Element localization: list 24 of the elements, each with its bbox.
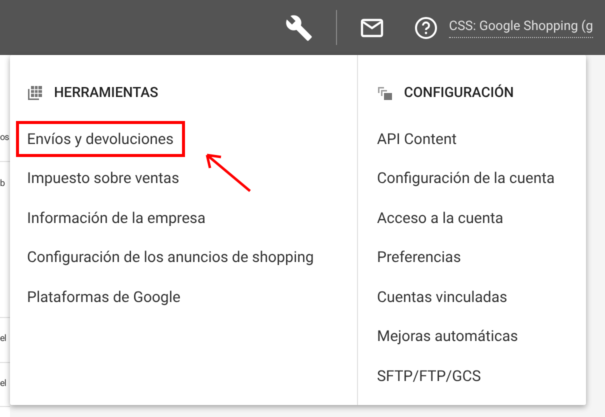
section-heading: CONFIGURACIÓN [404,83,514,102]
section-heading: HERRAMIENTAS [54,84,158,102]
menu-item[interactable]: Envíos y devoluciones [16,120,185,157]
menu-item[interactable]: Información de la empresa [27,206,206,229]
menu-item[interactable]: Acceso a la cuenta [377,206,504,229]
menu-item[interactable]: SFTP/FTP/GCS [377,364,481,387]
menu-item[interactable]: Impuesto sobre ventas [27,167,180,190]
background-text: el [0,333,6,346]
menu-item[interactable]: API Content [377,128,457,150]
account-link[interactable]: CSS: Google Shopping (g [449,17,594,38]
background-text: os [0,132,9,146]
grid-stack-icon [27,85,43,101]
background-text: el [0,378,6,391]
menu-item[interactable]: Configuración de la cuenta [377,167,555,190]
wrench-icon[interactable] [284,14,314,42]
stacked-squares-icon [377,85,393,101]
background-text: b [0,178,5,191]
menu-item[interactable]: Preferencias [377,246,461,268]
menu-item[interactable]: Mejoras automáticas [377,325,518,348]
mail-icon[interactable] [360,18,384,38]
menu-item[interactable]: Plataformas de Google [27,286,180,308]
menu-item[interactable]: Cuentas vinculadas [377,286,508,308]
menu-item[interactable]: Configuración de los anuncios de shopping [27,246,314,268]
help-icon[interactable] [414,16,438,40]
